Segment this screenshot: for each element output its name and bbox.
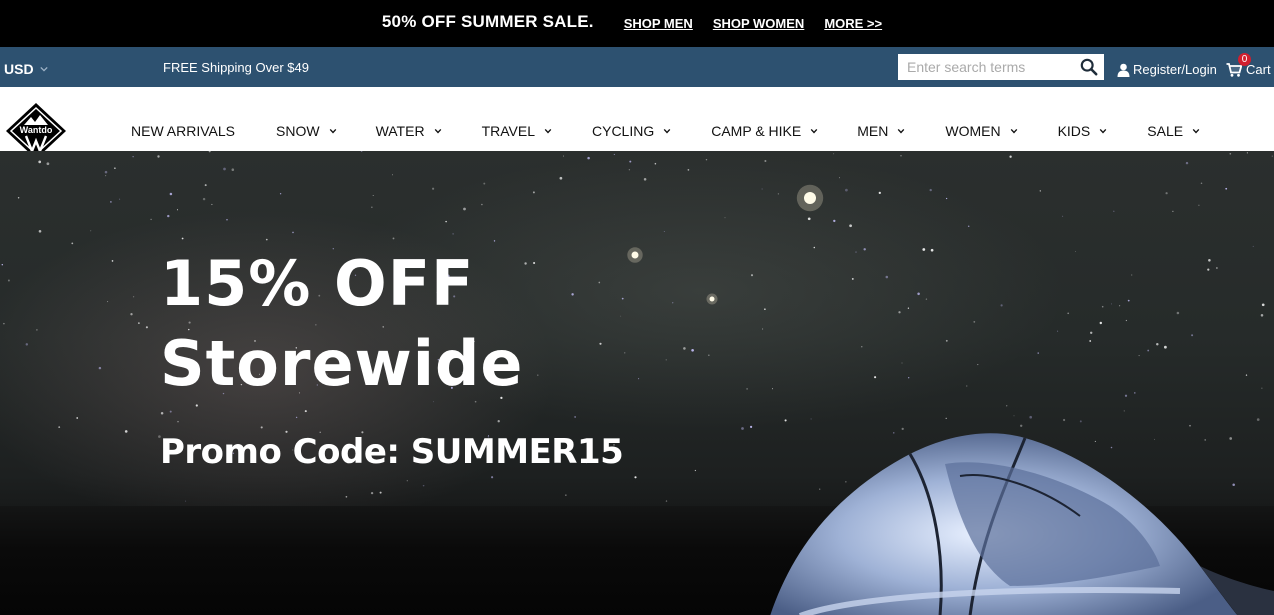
nav-item-label: TRAVEL [481, 123, 535, 139]
chevron-down-icon [1192, 128, 1200, 134]
promo-bar: 50% OFF SUMMER SALE. SHOP MEN SHOP WOMEN… [0, 0, 1274, 47]
chevron-down-icon [810, 128, 818, 134]
currency-label: USD [4, 61, 34, 77]
nav-item-label: KIDS [1057, 123, 1091, 139]
chevron-down-icon [1099, 128, 1107, 134]
nav-item-label: WATER [375, 123, 425, 139]
shop-women-link[interactable]: SHOP WOMEN [713, 16, 805, 31]
svg-text:Wantdo: Wantdo [20, 125, 53, 135]
tent-image [770, 433, 1274, 615]
chevron-down-icon [898, 128, 905, 134]
chevron-down-icon [663, 128, 671, 134]
promo-code: Promo Code: SUMMER15 [160, 432, 624, 472]
cart-button[interactable]: 0 Cart [1226, 53, 1271, 77]
hero-text-block: 15% OFF Storewide Promo Code: SUMMER15 [160, 244, 624, 472]
register-login-label: Register/Login [1133, 62, 1217, 77]
utility-bar: USD FREE Shipping Over $49 Register/Logi… [0, 47, 1274, 87]
user-icon [1117, 63, 1130, 77]
main-navigation: Wantdo NEW ARRIVALS SNOW WATER TRAVEL CY… [0, 87, 1274, 159]
chevron-down-icon [39, 66, 48, 72]
nav-item-travel[interactable]: TRAVEL [482, 123, 552, 139]
nav-item-new-arrivals[interactable]: NEW ARRIVALS [131, 123, 235, 139]
nav-item-label: CAMP & HIKE [711, 123, 802, 139]
nav-item-snow[interactable]: SNOW [276, 123, 337, 139]
chevron-down-icon [434, 128, 441, 134]
search-input[interactable] [898, 55, 1068, 79]
nav-item-label: MEN [857, 123, 889, 139]
nav-item-label: SALE [1147, 123, 1184, 139]
hero-banner[interactable]: 15% OFF Storewide Promo Code: SUMMER15 [0, 151, 1274, 615]
search-box [898, 54, 1104, 80]
nav-item-water[interactable]: WATER [376, 123, 442, 139]
nav-item-label: NEW ARRIVALS [131, 123, 235, 139]
register-login-link[interactable]: Register/Login [1117, 62, 1217, 77]
more-link[interactable]: MORE >> [824, 16, 882, 31]
nav-item-men[interactable]: MEN [857, 123, 905, 139]
hero-title-line1: 15% OFF [160, 247, 475, 320]
nav-item-women[interactable]: WOMEN [945, 123, 1017, 139]
category-menu: NEW ARRIVALS SNOW WATER TRAVEL CYCLING C… [131, 123, 1200, 139]
shop-men-link[interactable]: SHOP MEN [624, 16, 693, 31]
nav-item-cycling[interactable]: CYCLING [592, 123, 671, 139]
sale-headline: 50% OFF SUMMER SALE. [381, 11, 594, 31]
nav-item-label: WOMEN [945, 123, 1001, 139]
free-shipping-notice: FREE Shipping Over $49 [163, 60, 309, 75]
cart-count-badge: 0 [1238, 53, 1251, 66]
chevron-down-icon [544, 128, 552, 134]
nav-item-sale[interactable]: SALE [1147, 123, 1200, 139]
chevron-down-icon [329, 128, 336, 134]
search-icon[interactable] [1080, 58, 1098, 76]
cart-label: Cart [1246, 62, 1271, 77]
nav-item-kids[interactable]: KIDS [1058, 123, 1108, 139]
nav-item-label: SNOW [276, 123, 320, 139]
chevron-down-icon [1010, 128, 1017, 134]
nav-item-label: CYCLING [592, 123, 655, 139]
hero-title-line2: Storewide [160, 327, 524, 400]
currency-selector[interactable]: USD [4, 61, 48, 77]
nav-item-camp-hike[interactable]: CAMP & HIKE [711, 123, 818, 139]
